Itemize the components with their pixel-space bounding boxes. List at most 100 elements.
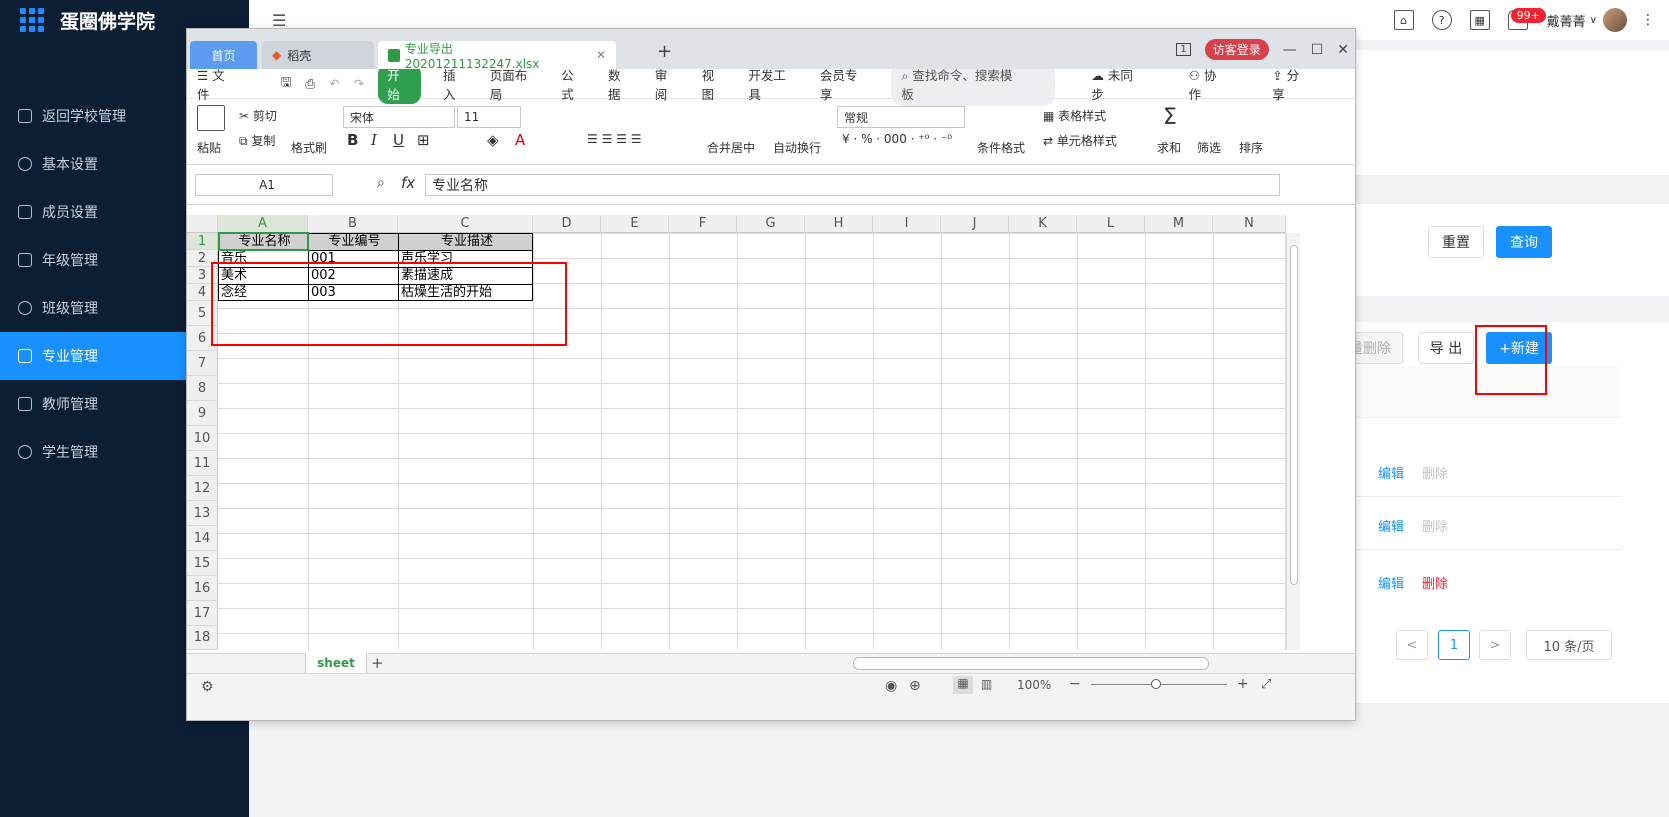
row-header[interactable]: 9 xyxy=(187,401,218,426)
format-painter-button[interactable]: 格式刷 xyxy=(291,139,327,156)
col-header-l[interactable]: L xyxy=(1077,215,1145,233)
copy-button[interactable]: ⧉ 复制 xyxy=(239,132,275,149)
col-header-e[interactable]: E xyxy=(601,215,669,233)
border-button[interactable]: ⊞ xyxy=(417,131,430,149)
zoom-slider[interactable] xyxy=(1091,679,1227,689)
fx-icon[interactable]: fx xyxy=(401,174,415,192)
sync-status[interactable]: ☁ 未同步 xyxy=(1091,65,1166,103)
guest-login-button[interactable]: 访客登录 xyxy=(1204,39,1269,60)
col-header-n[interactable]: N xyxy=(1213,215,1286,233)
row-header[interactable]: 18 xyxy=(187,626,218,650)
page-1-button[interactable]: 1 xyxy=(1438,630,1470,660)
tab-file[interactable]: 专业导出20201211132247.xlsx ✕ xyxy=(378,41,616,71)
undo-icon[interactable]: ↶ xyxy=(329,76,339,91)
minimize-icon[interactable]: — xyxy=(1283,42,1297,58)
view-mode-icon[interactable]: ⊕ xyxy=(909,678,921,694)
collab-button[interactable]: ⚇ 协作 xyxy=(1189,65,1251,103)
sheet-tab[interactable]: sheet xyxy=(305,653,367,674)
zoom-level[interactable]: 100% xyxy=(1017,678,1051,692)
page-size-select[interactable]: 10 条/页 xyxy=(1526,630,1612,660)
tab-daoke[interactable]: ◆ 稻壳 xyxy=(262,41,374,69)
avatar[interactable] xyxy=(1603,8,1627,32)
menu-view[interactable]: 视图 xyxy=(702,65,727,103)
window-count-icon[interactable]: 1 xyxy=(1176,43,1191,56)
row-header[interactable]: 15 xyxy=(187,551,218,576)
font-size-select[interactable]: 11 xyxy=(457,106,521,128)
row-header[interactable]: 14 xyxy=(187,526,218,551)
col-header-m[interactable]: M xyxy=(1145,215,1213,233)
horizontal-scroll-thumb[interactable] xyxy=(853,657,1209,670)
normal-view-icon[interactable]: ▦ xyxy=(953,676,973,694)
delete-link[interactable]: 删除 xyxy=(1422,463,1448,482)
add-sheet-icon[interactable]: + xyxy=(371,654,384,672)
new-tab-icon[interactable]: + xyxy=(657,41,672,62)
col-header-g[interactable]: G xyxy=(737,215,805,233)
zoom-formula-icon[interactable]: ⌕ xyxy=(377,175,385,191)
cell-a1[interactable]: 专业名称 xyxy=(218,233,308,250)
zoom-in-icon[interactable]: + xyxy=(1237,676,1249,692)
home-icon[interactable]: ⌂ xyxy=(1393,10,1414,30)
menu-data[interactable]: 数据 xyxy=(608,65,633,103)
col-header-b[interactable]: B xyxy=(308,215,398,233)
print-icon[interactable]: ⎙ xyxy=(305,76,315,92)
menu-file[interactable]: ☰ 文件 xyxy=(197,65,259,103)
align-icons[interactable]: ☰ ☰ ☰ ☰ xyxy=(587,132,641,146)
col-header-k[interactable]: K xyxy=(1009,215,1077,233)
font-color-icon[interactable]: A xyxy=(515,131,525,149)
edit-link[interactable]: 编辑 xyxy=(1378,573,1404,592)
cell-c1[interactable]: 专业描述 xyxy=(398,233,533,250)
maximize-icon[interactable]: ☐ xyxy=(1311,42,1324,58)
cond-format-button[interactable]: 条件格式 xyxy=(977,139,1025,156)
sum-icon[interactable]: Σ xyxy=(1163,105,1177,130)
menu-developer[interactable]: 开发工具 xyxy=(748,65,798,103)
bold-button[interactable]: B xyxy=(347,131,358,149)
more-vertical-icon[interactable]: ⋮ xyxy=(1641,12,1655,28)
edit-link[interactable]: 编辑 xyxy=(1378,463,1404,482)
name-box[interactable]: A1 xyxy=(195,174,333,196)
menu-member[interactable]: 会员专享 xyxy=(820,65,870,103)
apps-icon[interactable]: ▦ xyxy=(1469,10,1490,30)
row-header[interactable]: 8 xyxy=(187,376,218,401)
row-header[interactable]: 17 xyxy=(187,601,218,626)
col-header-c[interactable]: C xyxy=(398,215,533,233)
wrap-text-button[interactable]: 自动换行 xyxy=(773,139,821,156)
cell-style-button[interactable]: ⇄ 单元格样式 xyxy=(1043,132,1117,149)
collapse-menu-icon[interactable]: ☰ xyxy=(272,11,292,30)
select-all-corner[interactable] xyxy=(187,215,218,233)
save-icon[interactable]: 🖫 xyxy=(281,73,292,94)
col-header-j[interactable]: J xyxy=(941,215,1009,233)
close-tab-icon[interactable]: ✕ xyxy=(596,48,606,62)
query-button[interactable]: 查询 xyxy=(1496,226,1552,258)
share-button[interactable]: ⇪ 分享 xyxy=(1272,65,1333,103)
fill-color-icon[interactable]: ◈ xyxy=(487,131,499,149)
row-header[interactable]: 11 xyxy=(187,451,218,476)
vertical-scroll-thumb[interactable] xyxy=(1290,245,1298,585)
vertical-scrollbar[interactable] xyxy=(1286,233,1300,650)
eye-protect-icon[interactable]: ◉ xyxy=(885,678,897,694)
paste-icon[interactable] xyxy=(197,105,225,131)
redo-icon[interactable]: ↷ xyxy=(354,76,364,91)
number-format-icons[interactable]: ¥ · % · 000 · ⁺⁰ · ⁻⁰ xyxy=(842,132,952,146)
menu-review[interactable]: 审阅 xyxy=(655,65,680,103)
sum-button[interactable]: 求和 xyxy=(1157,139,1181,156)
prev-page-button[interactable]: < xyxy=(1396,630,1428,660)
zoom-out-icon[interactable]: − xyxy=(1069,676,1081,692)
row-header[interactable]: 16 xyxy=(187,576,218,601)
col-header-a[interactable]: A xyxy=(218,215,308,233)
close-icon[interactable]: ✕ xyxy=(1337,42,1349,58)
notification[interactable]: 99+ xyxy=(1499,8,1546,30)
col-header-f[interactable]: F xyxy=(669,215,737,233)
formula-input[interactable]: 专业名称 xyxy=(425,174,1280,196)
row-header[interactable]: 1 xyxy=(187,233,218,250)
number-format-select[interactable]: 常规 xyxy=(837,106,965,128)
col-header-d[interactable]: D xyxy=(533,215,601,233)
underline-button[interactable]: U xyxy=(393,131,404,149)
macro-icon[interactable]: ⚙ xyxy=(201,679,214,695)
row-header[interactable]: 13 xyxy=(187,501,218,526)
fullscreen-icon[interactable]: ⤢ xyxy=(1261,677,1271,692)
table-style-button[interactable]: ▦ 表格样式 xyxy=(1043,107,1106,124)
cut-button[interactable]: ✂ 剪切 xyxy=(239,107,277,124)
edit-link[interactable]: 编辑 xyxy=(1378,516,1404,535)
italic-button[interactable]: I xyxy=(371,131,377,149)
paste-button[interactable]: 粘贴 xyxy=(197,139,221,156)
